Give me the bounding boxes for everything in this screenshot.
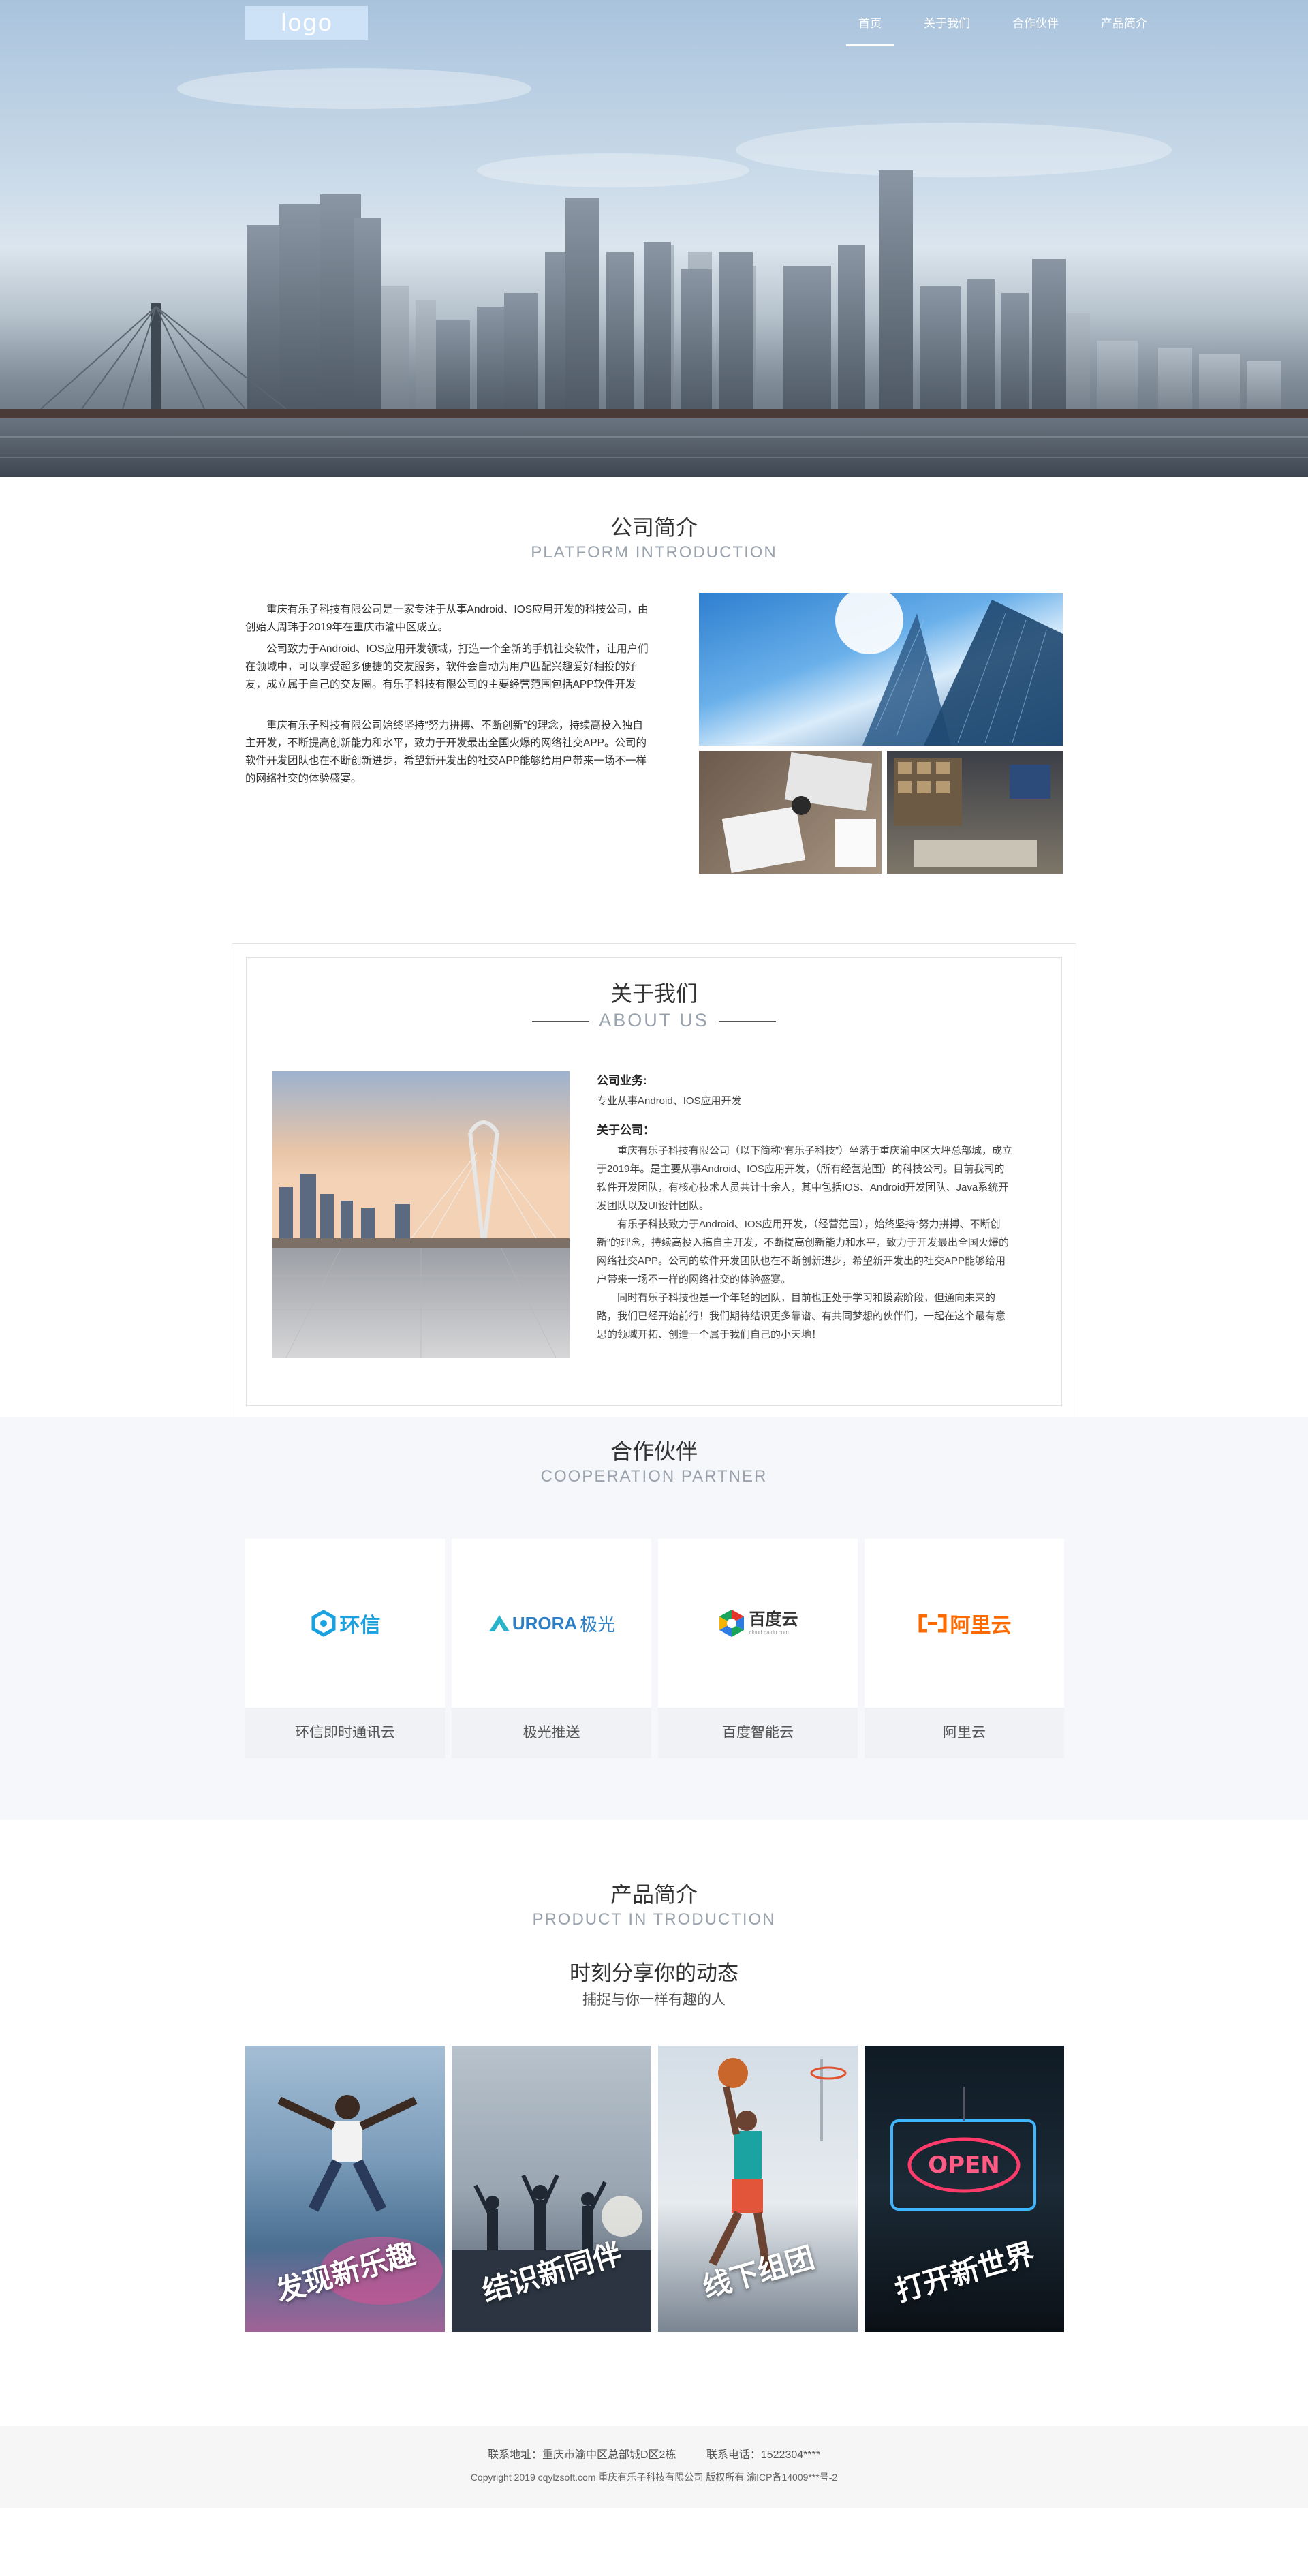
footer-copyright: Copyright 2019 cqylzsoft.com 重庆有乐子科技有限公司…	[470, 2472, 838, 2483]
baidu-cloud-logo: 百度云 cloud.baidu.com	[658, 1539, 858, 1708]
partner-card-aliyun[interactable]: 阿里云 阿里云	[865, 1539, 1064, 1758]
about-title-en: ABOUT US	[532, 1010, 776, 1030]
intro-title: 公司简介 PLATFORM INTRODUCTION	[0, 512, 1308, 594]
main-menu: 首页 关于我们 合作伙伴 产品简介	[846, 0, 1189, 48]
aliyun-logo: 阿里云	[865, 1539, 1064, 1708]
company-label: 关于公司：	[597, 1124, 655, 1137]
partners-section: 合作伙伴 COOPERATION PARTNER 环信 环信即时通讯云 UROR…	[0, 1417, 1308, 1820]
huanxin-icon	[311, 1610, 335, 1637]
products-headline: 时刻分享你的动态	[570, 1961, 738, 1985]
intro-paragraph: 重庆有乐子科技有限公司始终坚持“努力拼搏、不断创新”的理念，持续高投入独自主开发…	[245, 720, 647, 784]
partners-title-cn: 合作伙伴	[610, 1439, 698, 1464]
neon-open-text: OPEN	[928, 2151, 1000, 2179]
nav-item-home[interactable]: 首页	[846, 0, 894, 48]
glass-towers-image	[699, 593, 1063, 746]
huanxin-logo-text: 环信	[339, 1614, 381, 1637]
partner-card-huanxin[interactable]: 环信 环信即时通讯云	[245, 1539, 445, 1758]
product-grid: 发现新乐趣 结识新同伴 线下组团 OPEN 打开新世界	[245, 2046, 1064, 2332]
top-nav: logo 首页 关于我们 合作伙伴 产品简介	[0, 0, 1308, 49]
footer-address: 联系地址：重庆市渝中区总部城D区2栋	[487, 2449, 676, 2461]
about-title: 关于我们 ABOUT US	[247, 979, 1061, 1032]
intro-section: 公司简介 PLATFORM INTRODUCTION 重庆有乐子科技有限公司是一…	[0, 477, 1308, 1420]
nav-item-about[interactable]: 关于我们	[924, 0, 970, 48]
partner-name: 极光推送	[452, 1708, 651, 1758]
bridge-city-image	[272, 1071, 570, 1358]
business-text: 专业从事Android、IOS应用开发	[597, 1095, 742, 1107]
about-paragraph: 重庆有乐子科技有限公司（以下简称“有乐子科技”）坐落于重庆渝中区大坪总部城，成立…	[597, 1145, 1012, 1212]
city-skyline-image	[0, 68, 1308, 477]
partner-name: 阿里云	[865, 1708, 1064, 1758]
intro-title-en: PLATFORM INTRODUCTION	[531, 543, 777, 562]
aliyun-icon	[918, 1614, 946, 1633]
intro-image-collage	[699, 593, 1063, 874]
partners-title-en: COOPERATION PARTNER	[540, 1467, 768, 1486]
hero-banner: logo 首页 关于我们 合作伙伴 产品简介	[0, 0, 1308, 477]
partner-card-jiguang[interactable]: URORA 极光 极光推送	[452, 1539, 651, 1758]
nav-item-partners[interactable]: 合作伙伴	[1012, 0, 1059, 48]
product-card-discover[interactable]: 发现新乐趣	[245, 2046, 445, 2332]
baidu-logo-sub: cloud.baidu.com	[749, 1629, 789, 1636]
baidu-logo-text: 百度云	[749, 1610, 798, 1629]
partner-name: 环信即时通讯云	[245, 1708, 445, 1758]
partner-card-baidu[interactable]: 百度云 cloud.baidu.com 百度智能云	[658, 1539, 858, 1758]
partners-title: 合作伙伴 COOPERATION PARTNER	[0, 1437, 1308, 1487]
intro-title-cn: 公司简介	[610, 515, 698, 540]
products-subline: 捕捉与你一样有趣的人	[582, 1992, 726, 2008]
jiguang-logo-text: URORA	[512, 1612, 578, 1634]
aliyun-logo-text: 阿里云	[950, 1614, 1012, 1637]
products-title-en: PRODUCT IN TRODUCTION	[532, 1910, 776, 1929]
nav-item-products[interactable]: 产品简介	[1101, 0, 1147, 48]
jiguang-logo-cn: 极光	[580, 1614, 616, 1635]
about-card: 关于我们 ABOUT US 公司业务: 专业从事Android、IOS应用开发 …	[232, 943, 1076, 1420]
jiguang-icon	[488, 1615, 510, 1631]
office-interior-image	[887, 751, 1063, 874]
product-card-group[interactable]: 线下组团	[658, 2046, 858, 2332]
partner-cards: 环信 环信即时通讯云 URORA 极光 极光推送 百度云 cloud.baidu…	[245, 1539, 1064, 1758]
footer-phone: 联系电话：1522304****	[706, 2449, 821, 2461]
intro-text: 重庆有乐子科技有限公司是一家专注于从事Android、IOS应用开发的科技公司，…	[245, 601, 651, 792]
products-title: 产品简介 PRODUCT IN TRODUCTION	[0, 1880, 1308, 1930]
about-paragraph: 同时有乐子科技也是一个年轻的团队，目前也正处于学习和摸索阶段，但通向未来的路，我…	[597, 1292, 1006, 1340]
footer: 联系地址：重庆市渝中区总部城D区2栋 联系电话：1522304**** Copy…	[0, 2426, 1308, 2508]
product-card-friends[interactable]: 结识新同伴	[452, 2046, 651, 2332]
products-title-cn: 产品简介	[610, 1882, 698, 1907]
huanxin-logo: 环信	[245, 1539, 445, 1708]
product-card-world[interactable]: OPEN 打开新世界	[865, 2046, 1064, 2332]
about-paragraph: 有乐子科技致力于Android、IOS应用开发，（经营范围），始终坚持“努力拼搏…	[597, 1218, 1009, 1285]
intro-paragraph: 公司致力于Android、IOS应用开发领域，打造一个全新的手机社交软件，让用户…	[245, 643, 649, 690]
business-label: 公司业务:	[597, 1074, 647, 1087]
products-section: 产品简介 PRODUCT IN TRODUCTION 时刻分享你的动态 捕捉与你…	[0, 1820, 1308, 2426]
about-inner-frame: 关于我们 ABOUT US 公司业务: 专业从事Android、IOS应用开发 …	[246, 957, 1062, 1406]
about-title-cn: 关于我们	[610, 981, 698, 1006]
footer-contact: 联系地址：重庆市渝中区总部城D区2栋 联系电话：1522304****	[0, 2447, 1308, 2464]
logo[interactable]: logo	[245, 6, 368, 40]
office-desk-image	[699, 751, 882, 874]
about-text: 公司业务: 专业从事Android、IOS应用开发 关于公司： 重庆有乐子科技有…	[597, 1070, 1012, 1344]
partner-name: 百度智能云	[658, 1708, 858, 1758]
baidu-cloud-icon	[719, 1610, 744, 1637]
jiguang-logo: URORA 极光	[452, 1539, 651, 1708]
intro-paragraph: 重庆有乐子科技有限公司是一家专注于从事Android、IOS应用开发的科技公司，…	[245, 604, 649, 633]
